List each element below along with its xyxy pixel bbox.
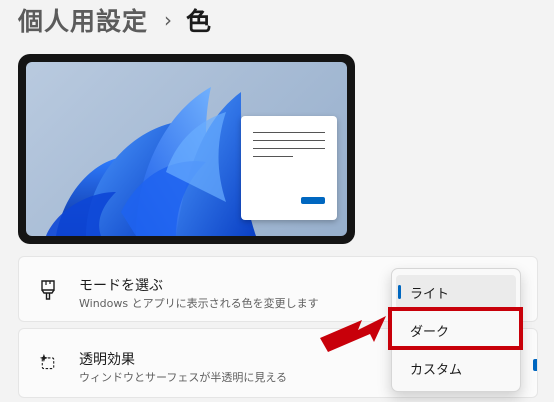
- breadcrumb-parent[interactable]: 個人用設定: [18, 2, 148, 38]
- preview-accent-button: [301, 197, 325, 204]
- theme-preview: [18, 54, 355, 244]
- transparency-setting-description: ウィンドウとサーフェスが半透明に見える: [79, 371, 288, 384]
- annotation-highlight-box: [388, 307, 523, 350]
- mode-setting-title: モードを選ぶ: [79, 278, 163, 294]
- mode-option-label: カスタム: [410, 362, 463, 378]
- preview-window: [241, 116, 337, 220]
- brush-icon: [41, 280, 55, 300]
- mode-setting-description: Windows とアプリに表示される色を変更します: [79, 297, 319, 310]
- mode-option-label: ライト: [410, 286, 450, 302]
- transparency-sparkle-icon: [39, 353, 55, 370]
- selection-indicator: [398, 285, 401, 299]
- preview-screen: [26, 62, 347, 236]
- annotation-arrow-icon: [320, 316, 386, 352]
- page-title: 色: [186, 7, 212, 36]
- breadcrumb: 個人用設定 › 色: [18, 0, 211, 40]
- breadcrumb-separator-icon: ›: [164, 8, 173, 32]
- mode-option-light[interactable]: ライト: [396, 275, 516, 309]
- transparency-setting-title: 透明効果: [79, 352, 135, 368]
- mode-option-custom[interactable]: カスタム: [396, 351, 516, 385]
- transparency-toggle[interactable]: [533, 359, 537, 371]
- settings-page: 個人用設定 › 色 モードを選ぶ Windows とアプリに表示される色を変更し…: [0, 0, 554, 402]
